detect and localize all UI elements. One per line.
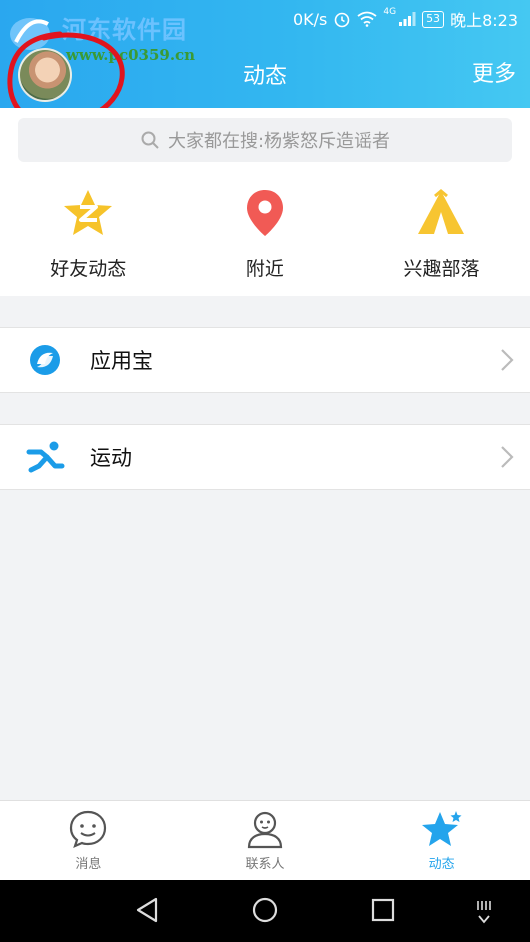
- status-right: 0K/s 4G 53 晚上8:23: [293, 7, 518, 31]
- location-pin-icon: [246, 190, 283, 236]
- list-item-label: 应用宝: [90, 349, 153, 373]
- feature-grid: 好友动态 附近 兴趣部落: [0, 176, 530, 296]
- bottom-tab-bar: 消息 联系人 动态: [0, 800, 530, 880]
- feature-label: 兴趣部落: [403, 258, 480, 280]
- clock: 晚上8:23: [450, 11, 518, 30]
- list-item-sports[interactable]: 运动: [0, 424, 530, 490]
- back-icon[interactable]: [134, 896, 160, 924]
- tab-messages[interactable]: 消息: [0, 801, 177, 880]
- search-area: 大家都在搜:杨紫怒斥造谣者: [0, 108, 530, 176]
- tribe-tent-icon: [418, 189, 465, 234]
- feature-friend-feed[interactable]: 好友动态: [0, 176, 177, 296]
- recents-icon[interactable]: [370, 896, 396, 924]
- feature-label: 好友动态: [50, 258, 127, 280]
- feature-tribe[interactable]: 兴趣部落: [353, 176, 530, 296]
- chevron-right-icon: [501, 446, 514, 468]
- system-nav-bar: [0, 880, 530, 942]
- alarm-icon: [335, 12, 350, 28]
- feature-nearby[interactable]: 附近: [177, 176, 354, 296]
- notification-drawer-icon[interactable]: [474, 898, 494, 928]
- network-type: 4G: [383, 7, 397, 17]
- qzone-star-icon: [64, 190, 113, 235]
- search-placeholder: 大家都在搜:杨紫怒斥造谣者: [167, 131, 391, 152]
- contacts-icon: [247, 811, 283, 849]
- wifi-icon: [357, 11, 377, 27]
- watermark-title: 河东软件园: [62, 16, 187, 44]
- tab-feed[interactable]: 动态: [353, 801, 530, 880]
- tab-label: 消息: [75, 857, 102, 872]
- feature-label: 附近: [245, 258, 284, 280]
- search-icon: [141, 131, 159, 149]
- signal-icon: [399, 12, 416, 26]
- list-item-app-store[interactable]: 应用宝: [0, 327, 530, 393]
- list-item-label: 运动: [90, 446, 132, 470]
- top-header: 河东软件园 www.pc0359.cn 0K/s 4G 53 晚上8:23 动态…: [0, 0, 530, 127]
- star-icon: [421, 811, 462, 846]
- running-icon: [22, 434, 68, 480]
- tab-label: 联系人: [245, 857, 285, 872]
- battery-level: 53: [422, 10, 445, 28]
- status-bar: 河东软件园 www.pc0359.cn 0K/s 4G 53 晚上8:23: [0, 0, 530, 64]
- chevron-right-icon: [501, 349, 514, 371]
- more-button[interactable]: 更多: [472, 56, 516, 88]
- network-speed: 0K/s: [292, 9, 328, 29]
- app-store-icon: [22, 337, 68, 383]
- tab-contacts[interactable]: 联系人: [177, 801, 354, 880]
- page-title: 动态: [242, 64, 287, 89]
- search-input[interactable]: 大家都在搜:杨紫怒斥造谣者: [18, 118, 512, 162]
- message-icon: [70, 810, 107, 848]
- tab-label: 动态: [428, 857, 455, 872]
- home-icon[interactable]: [251, 896, 279, 924]
